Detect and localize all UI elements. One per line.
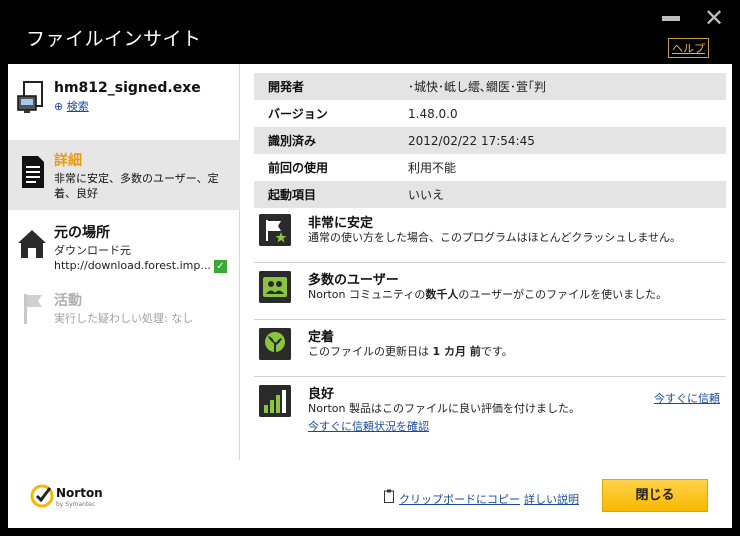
close-button[interactable]: 閉じる [602, 479, 708, 512]
users-icon [259, 271, 291, 303]
footer: Norton by Symantec クリップボードにコピー 詳しい説明 閉じる [8, 460, 732, 528]
sidebar-item-details[interactable]: 詳細 非常に安定、多数のユーザー、定着、良好 [8, 140, 240, 210]
more-details-link[interactable]: 詳しい説明 [524, 491, 579, 507]
flag-icon [24, 294, 42, 324]
info-value: 2012/02/22 17:54:45 [394, 127, 726, 154]
search-row: ⊕ 検索 [54, 98, 234, 114]
close-window-button[interactable]: ✕ [704, 6, 724, 30]
sidebar-item-activity[interactable]: 活動 実行した疑わしい処理: なし [8, 288, 240, 338]
table-row: 開発者 ･城快･岻し繧､繝医･萓｢判 [254, 73, 726, 100]
document-icon [22, 156, 44, 188]
sidebar: hm812_signed.exe ⊕ 検索 詳細 非常に安定、多数のユーザー、定… [8, 64, 240, 460]
plant-icon [259, 328, 291, 360]
origin-heading: 元の場所 [54, 225, 110, 241]
rating-users: 多数のユーザー Norton コミュニティの数千人のユーザーがこのファイルを使い… [254, 265, 726, 320]
main-panel: hm812_signed.exe ⊕ 検索 詳細 非常に安定、多数のユーザー、定… [8, 64, 732, 460]
minimize-button[interactable] [662, 16, 680, 21]
sidebar-item-origin[interactable]: 元の場所 ダウンロード元 http://download.forest.imp.… [8, 220, 240, 280]
crosshair-icon: ⊕ [54, 100, 64, 113]
info-value: 1.48.0.0 [408, 106, 458, 121]
copy-to-clipboard-link[interactable]: クリップボードにコピー [399, 491, 520, 507]
file-name: hm812_signed.exe [54, 80, 201, 96]
rating-text: Norton 製品はこのファイルに良い評価を付けました。 [308, 402, 580, 415]
table-row: 前回の使用 利用不能 [254, 154, 726, 181]
sidebar-item-file[interactable]: hm812_signed.exe ⊕ 検索 [8, 80, 240, 130]
table-row: 識別済み 2012/02/22 17:54:45 [254, 127, 726, 154]
window-title: ファイルインサイト [26, 28, 202, 50]
activity-heading: 活動 [54, 293, 82, 309]
info-label: 前回の使用 [268, 161, 329, 175]
rating-maturity: 定着 このファイルの更新日は 1 カ月 前です。 [254, 322, 726, 377]
details-heading: 詳細 [54, 153, 82, 169]
info-value: ･城快･岻し繧､繝医･萓｢判 [394, 73, 726, 100]
rating-text: 通常の使い方をした場合、このプログラムはほとんどクラッシュしません。 [308, 231, 682, 244]
info-value: いいえ [394, 181, 726, 208]
norton-name: Norton [56, 486, 103, 500]
info-label: バージョン [268, 107, 328, 121]
search-link[interactable]: 検索 [67, 100, 89, 113]
origin-subheading: ダウンロード元 [54, 244, 131, 257]
check-trust-link[interactable]: 今すぐに信頼状況を確認 [308, 418, 429, 434]
verified-check-icon: ✓ [213, 259, 227, 273]
origin-url-row: http://download.forest.imp... ✓ [54, 259, 234, 273]
executable-file-icon [17, 81, 43, 113]
help-link[interactable]: ヘルプ [668, 38, 709, 58]
file-info-table: 開発者 ･城快･岻し繧､繝医･萓｢判 バージョン 1.48.0.0 識別済み 2012… [254, 73, 726, 208]
table-row: 起動項目 いいえ [254, 181, 726, 208]
info-label: 起動項目 [254, 181, 394, 208]
house-icon [18, 230, 46, 258]
rating-text: このファイルの更新日は 1 カ月 前です。 [308, 345, 513, 358]
signal-bars-icon [259, 385, 291, 417]
info-value: 利用不能 [408, 161, 457, 175]
title-bar: ファイルインサイト ✕ ヘルプ [0, 0, 740, 64]
norton-by: by Symantec [56, 501, 96, 508]
rating-stability: 非常に安定 通常の使い方をした場合、このプログラムはほとんどクラッシュしません。 [254, 208, 726, 263]
rating-text: Norton コミュニティの数千人のユーザーがこのファイルを使いました。 [308, 288, 668, 301]
details-description: 非常に安定、多数のユーザー、定着、良好 [54, 172, 219, 200]
table-row: バージョン 1.48.0.0 [254, 100, 726, 127]
norton-logo: Norton by Symantec [30, 482, 130, 512]
activity-description: 実行した疑わしい処理: なし [54, 312, 194, 325]
rating-reputation: 良好 Norton 製品はこのファイルに良い評価を付けました。 今すぐに信頼 今… [254, 379, 726, 439]
norton-check-icon [30, 484, 54, 508]
flag-star-icon [259, 214, 291, 246]
trust-now-link[interactable]: 今すぐに信頼 [654, 390, 720, 406]
info-label: 識別済み [254, 127, 394, 154]
info-label: 開発者 [254, 73, 394, 100]
clipboard-icon[interactable] [384, 489, 394, 503]
origin-url: http://download.forest.imp... [54, 259, 211, 272]
